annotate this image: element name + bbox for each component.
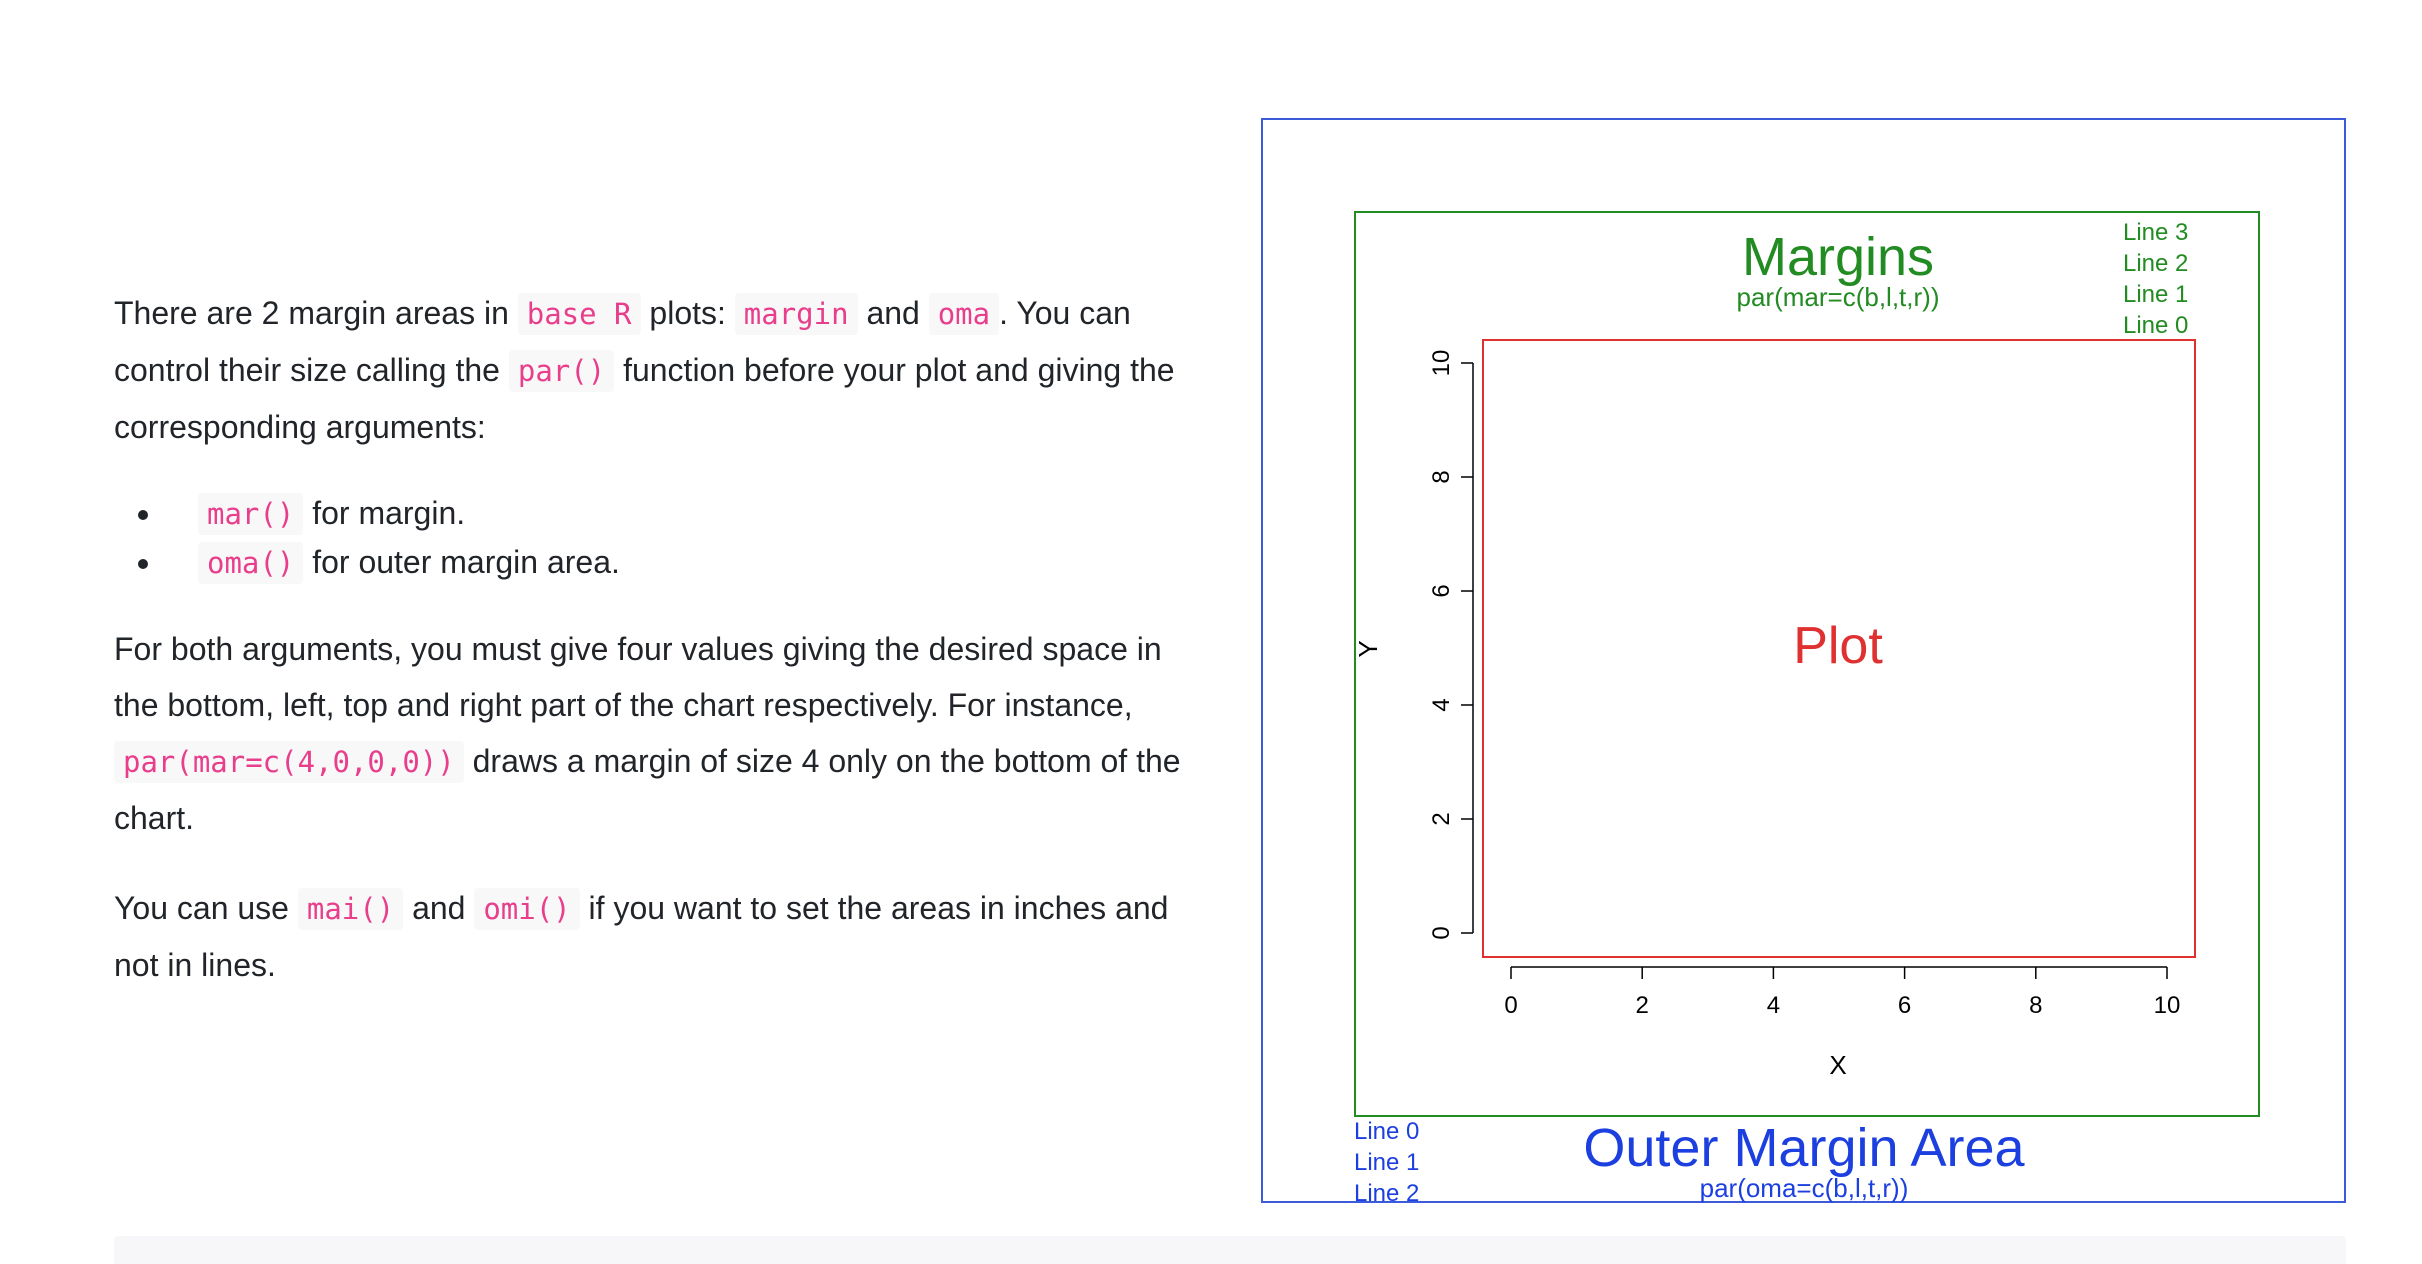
inline-code-omi: omi() bbox=[474, 888, 580, 930]
inches-paragraph: You can use mai() and omi() if you want … bbox=[114, 880, 1214, 993]
inches-text: You can use bbox=[114, 890, 298, 926]
outer-margin-code-label: par(oma=c(b,l,t,r)) bbox=[1700, 1173, 1909, 1203]
intro-text: plots: bbox=[640, 295, 735, 331]
outer-margin-title: Outer Margin Area bbox=[1583, 1118, 2025, 1178]
list-item-text: for margin. bbox=[303, 495, 466, 531]
list-item: oma() for outer margin area. bbox=[164, 538, 1214, 587]
margin-line-label: Line 3 bbox=[2123, 219, 2188, 246]
inline-code-oma-fn: oma() bbox=[198, 542, 304, 584]
x-tick-label: 2 bbox=[1636, 992, 1649, 1019]
y-tick-label: 4 bbox=[1428, 698, 1455, 711]
arguments-paragraph: For both arguments, you must give four v… bbox=[114, 621, 1214, 846]
margin-diagram-figure: Margins par(mar=c(b,l,t,r)) Line 3 Line … bbox=[1261, 118, 2346, 1203]
intro-text: There are 2 margin areas in bbox=[114, 295, 518, 331]
inline-code-base-r: base R bbox=[517, 293, 641, 335]
inline-code-oma: oma bbox=[928, 293, 1000, 335]
margins-title: Margins bbox=[1742, 227, 1934, 287]
inline-code-par-mar-example: par(mar=c(4,0,0,0)) bbox=[114, 741, 464, 783]
margin-line-label: Line 0 bbox=[2123, 312, 2188, 339]
inline-code-mar: mar() bbox=[198, 493, 304, 535]
arguments-list: mar() for margin. oma() for outer margin… bbox=[114, 489, 1214, 587]
list-item: mar() for margin. bbox=[164, 489, 1214, 538]
inline-code-margin: margin bbox=[734, 293, 858, 335]
article-text: There are 2 margin areas in base R plots… bbox=[114, 285, 1214, 1027]
x-tick-label: 8 bbox=[2029, 992, 2042, 1019]
y-tick-label: 0 bbox=[1428, 926, 1455, 939]
intro-text: and bbox=[857, 295, 929, 331]
y-axis-label: Y bbox=[1353, 640, 1383, 657]
y-tick-label: 2 bbox=[1428, 812, 1455, 825]
margins-code-label: par(mar=c(b,l,t,r)) bbox=[1737, 282, 1940, 312]
x-tick-label: 0 bbox=[1504, 992, 1517, 1019]
intro-paragraph: There are 2 margin areas in base R plots… bbox=[114, 285, 1214, 455]
outer-margin-line-label: Line 1 bbox=[1354, 1149, 1419, 1176]
y-tick-label: 10 bbox=[1428, 350, 1455, 377]
margin-line-label: Line 1 bbox=[2123, 281, 2188, 308]
inline-code-mai: mai() bbox=[297, 888, 404, 930]
outer-margin-line-label: Line 2 bbox=[1354, 1180, 1419, 1203]
y-tick-label: 6 bbox=[1428, 584, 1455, 597]
x-tick-label: 10 bbox=[2154, 992, 2181, 1019]
code-block bbox=[114, 1236, 2346, 1264]
y-tick-label: 8 bbox=[1428, 470, 1455, 483]
x-tick-label: 4 bbox=[1767, 992, 1780, 1019]
margin-line-label: Line 2 bbox=[2123, 250, 2188, 277]
arguments-text: For both arguments, you must give four v… bbox=[114, 631, 1162, 723]
x-tick-label: 6 bbox=[1898, 992, 1911, 1019]
margin-diagram-svg: Margins par(mar=c(b,l,t,r)) Line 3 Line … bbox=[1261, 118, 2346, 1203]
x-axis-label: X bbox=[1829, 1050, 1846, 1080]
inline-code-par: par() bbox=[508, 350, 615, 392]
plot-axes: 0 2 4 6 8 10 0 2 4 6 8 10 bbox=[1428, 350, 2180, 1019]
outer-margin-line-label: Line 0 bbox=[1354, 1118, 1419, 1145]
list-item-text: for outer margin area. bbox=[303, 544, 620, 580]
inches-text: and bbox=[403, 890, 475, 926]
plot-label: Plot bbox=[1793, 617, 1883, 675]
